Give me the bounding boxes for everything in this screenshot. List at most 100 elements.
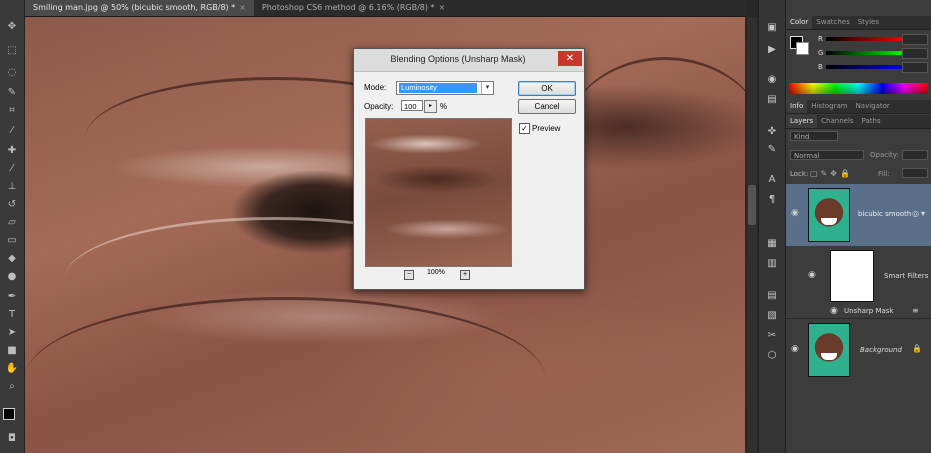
eye-icon[interactable]: ◉	[791, 344, 799, 354]
shape-icon[interactable]: ■	[5, 344, 19, 358]
layer-filter-kind[interactable]: Kind	[790, 131, 838, 141]
filter-name[interactable]: Unsharp Mask	[844, 307, 894, 315]
eraser-icon[interactable]: ▱	[5, 216, 19, 230]
color-spectrum[interactable]	[789, 83, 928, 94]
green-value-field[interactable]	[902, 48, 928, 59]
tab-info[interactable]: Info	[786, 100, 808, 113]
cancel-button[interactable]: Cancel	[518, 99, 576, 114]
document-tab-cs6-method[interactable]: Photoshop CS6 method @ 6.16% (RGB/8) * ×	[254, 0, 453, 16]
tab-color[interactable]: Color	[786, 16, 813, 29]
zoom-icon[interactable]: ⌕	[5, 380, 19, 394]
dodge-icon[interactable]: ●	[5, 270, 19, 284]
tab-navigator[interactable]: Navigator	[852, 100, 894, 113]
preview-checkbox[interactable]: ✓	[519, 123, 530, 134]
history-icon[interactable]: ▣	[766, 22, 778, 34]
close-icon[interactable]: ×	[239, 3, 246, 12]
opacity-input[interactable]: 100	[401, 100, 423, 111]
filter-mask-thumbnail[interactable]	[830, 250, 874, 302]
filter-preview[interactable]	[365, 118, 512, 267]
paragraph-icon[interactable]: ¶	[766, 194, 778, 206]
quick-select-icon[interactable]: ✎	[5, 86, 19, 100]
lock-icons[interactable]: ▢✎✥🔒	[810, 169, 853, 178]
3d-icon[interactable]: ⬡	[766, 350, 778, 362]
history-brush-icon[interactable]: ↺	[5, 198, 19, 212]
chevron-down-icon[interactable]: ▾	[481, 82, 493, 94]
crop-icon[interactable]: ⌗	[5, 104, 19, 118]
red-slider[interactable]	[826, 37, 906, 41]
fill-label: Fill:	[878, 170, 890, 178]
character-icon[interactable]: A	[766, 174, 778, 186]
tab-styles[interactable]: Styles	[854, 16, 883, 29]
layer-row-bicubic-smooth[interactable]: ◉ bicubic smooth ◎ ▾	[786, 184, 931, 246]
layer-name[interactable]: bicubic smooth	[858, 210, 911, 218]
zoom-in-button[interactable]: +	[460, 270, 470, 280]
layer-thumbnail[interactable]	[808, 188, 850, 242]
document-tab-label: Photoshop CS6 method @ 6.16% (RGB/8) *	[261, 3, 435, 12]
notes-icon[interactable]: ▥	[766, 258, 778, 270]
clone-stamp-icon[interactable]: ⊥	[5, 180, 19, 194]
healing-icon[interactable]: ✚	[5, 144, 19, 158]
blur-icon[interactable]: ◆	[5, 252, 19, 266]
channel-g-label: G	[818, 49, 824, 57]
ok-button[interactable]: OK	[518, 81, 576, 96]
clone-source-icon[interactable]: ✎	[766, 144, 778, 156]
lock-icon[interactable]: 🔒	[912, 344, 922, 353]
blend-mode-select[interactable]: Normal	[790, 150, 864, 160]
eye-icon[interactable]: ◉	[808, 270, 816, 280]
layer-row-smart-filters[interactable]: ◉ Smart Filters	[786, 246, 931, 304]
collapse-arrow-icon[interactable]: ▾	[921, 209, 925, 218]
properties-icon[interactable]: ◉	[766, 74, 778, 86]
path-select-icon[interactable]: ➤	[5, 326, 19, 340]
close-icon[interactable]: ✕	[558, 51, 582, 66]
tab-histogram[interactable]: Histogram	[807, 100, 851, 113]
opacity-slider-toggle[interactable]: ▸	[424, 100, 437, 113]
layer-comps-icon[interactable]: ▤	[766, 290, 778, 302]
tab-paths[interactable]: Paths	[858, 115, 885, 128]
marquee-icon[interactable]: ⬚	[5, 44, 19, 58]
red-value-field[interactable]	[902, 34, 928, 45]
hand-icon[interactable]: ✋	[5, 362, 19, 376]
green-slider[interactable]	[826, 51, 906, 55]
mode-select[interactable]: Luminosity ▾	[396, 81, 494, 95]
tools-icon[interactable]: ✂	[766, 330, 778, 342]
foreground-color-swatch[interactable]	[3, 408, 15, 420]
pen-icon[interactable]: ✒	[5, 290, 19, 304]
smart-filter-icon[interactable]: ◎	[912, 209, 919, 218]
fill-field[interactable]	[902, 168, 928, 178]
gradient-icon[interactable]: ▭	[5, 234, 19, 248]
type-icon[interactable]: T	[5, 308, 19, 322]
tab-layers[interactable]: Layers	[786, 115, 818, 128]
scrollbar-thumb[interactable]	[748, 185, 756, 225]
actions-icon[interactable]: ▶	[766, 44, 778, 56]
channel-b-label: B	[818, 63, 823, 71]
blue-slider[interactable]	[826, 65, 906, 69]
channel-r-label: R	[818, 35, 823, 43]
dialog-title-bar[interactable]: Blending Options (Unsharp Mask) ✕	[354, 49, 584, 72]
tab-channels[interactable]: Channels	[817, 115, 857, 128]
layer-name[interactable]: Smart Filters	[884, 272, 928, 280]
brush-presets-icon[interactable]: ✜	[766, 126, 778, 138]
zoom-out-button[interactable]: −	[404, 270, 414, 280]
layer-row-unsharp-mask[interactable]: ◉ Unsharp Mask ≡	[786, 304, 931, 318]
layer-name[interactable]: Background	[860, 346, 902, 354]
eyedropper-icon[interactable]: ⁄	[5, 124, 19, 138]
layer-row-background[interactable]: ◉ Background 🔒	[786, 318, 931, 381]
brush-icon[interactable]: ⁄	[5, 162, 19, 176]
vertical-scrollbar[interactable]	[747, 17, 757, 453]
bg-color-chip[interactable]	[796, 42, 809, 55]
timeline-icon[interactable]: ▧	[766, 310, 778, 322]
quick-mask-icon[interactable]: ◘	[5, 432, 19, 446]
document-tab-smiling-man[interactable]: Smiling man.jpg @ 50% (bicubic smooth, R…	[25, 0, 254, 16]
close-icon[interactable]: ×	[439, 3, 446, 12]
eye-icon[interactable]: ◉	[830, 306, 838, 316]
tool-presets-icon[interactable]: ▦	[766, 238, 778, 250]
eye-icon[interactable]: ◉	[791, 208, 799, 218]
tab-swatches[interactable]: Swatches	[812, 16, 853, 29]
layer-opacity-field[interactable]	[902, 150, 928, 160]
filter-options-icon[interactable]: ≡	[912, 306, 919, 315]
layer-thumbnail[interactable]	[808, 323, 850, 377]
lasso-icon[interactable]: ◌	[5, 66, 19, 80]
adjustments-icon[interactable]: ▤	[766, 94, 778, 106]
blue-value-field[interactable]	[902, 62, 928, 73]
move-icon[interactable]: ✥	[5, 20, 19, 34]
